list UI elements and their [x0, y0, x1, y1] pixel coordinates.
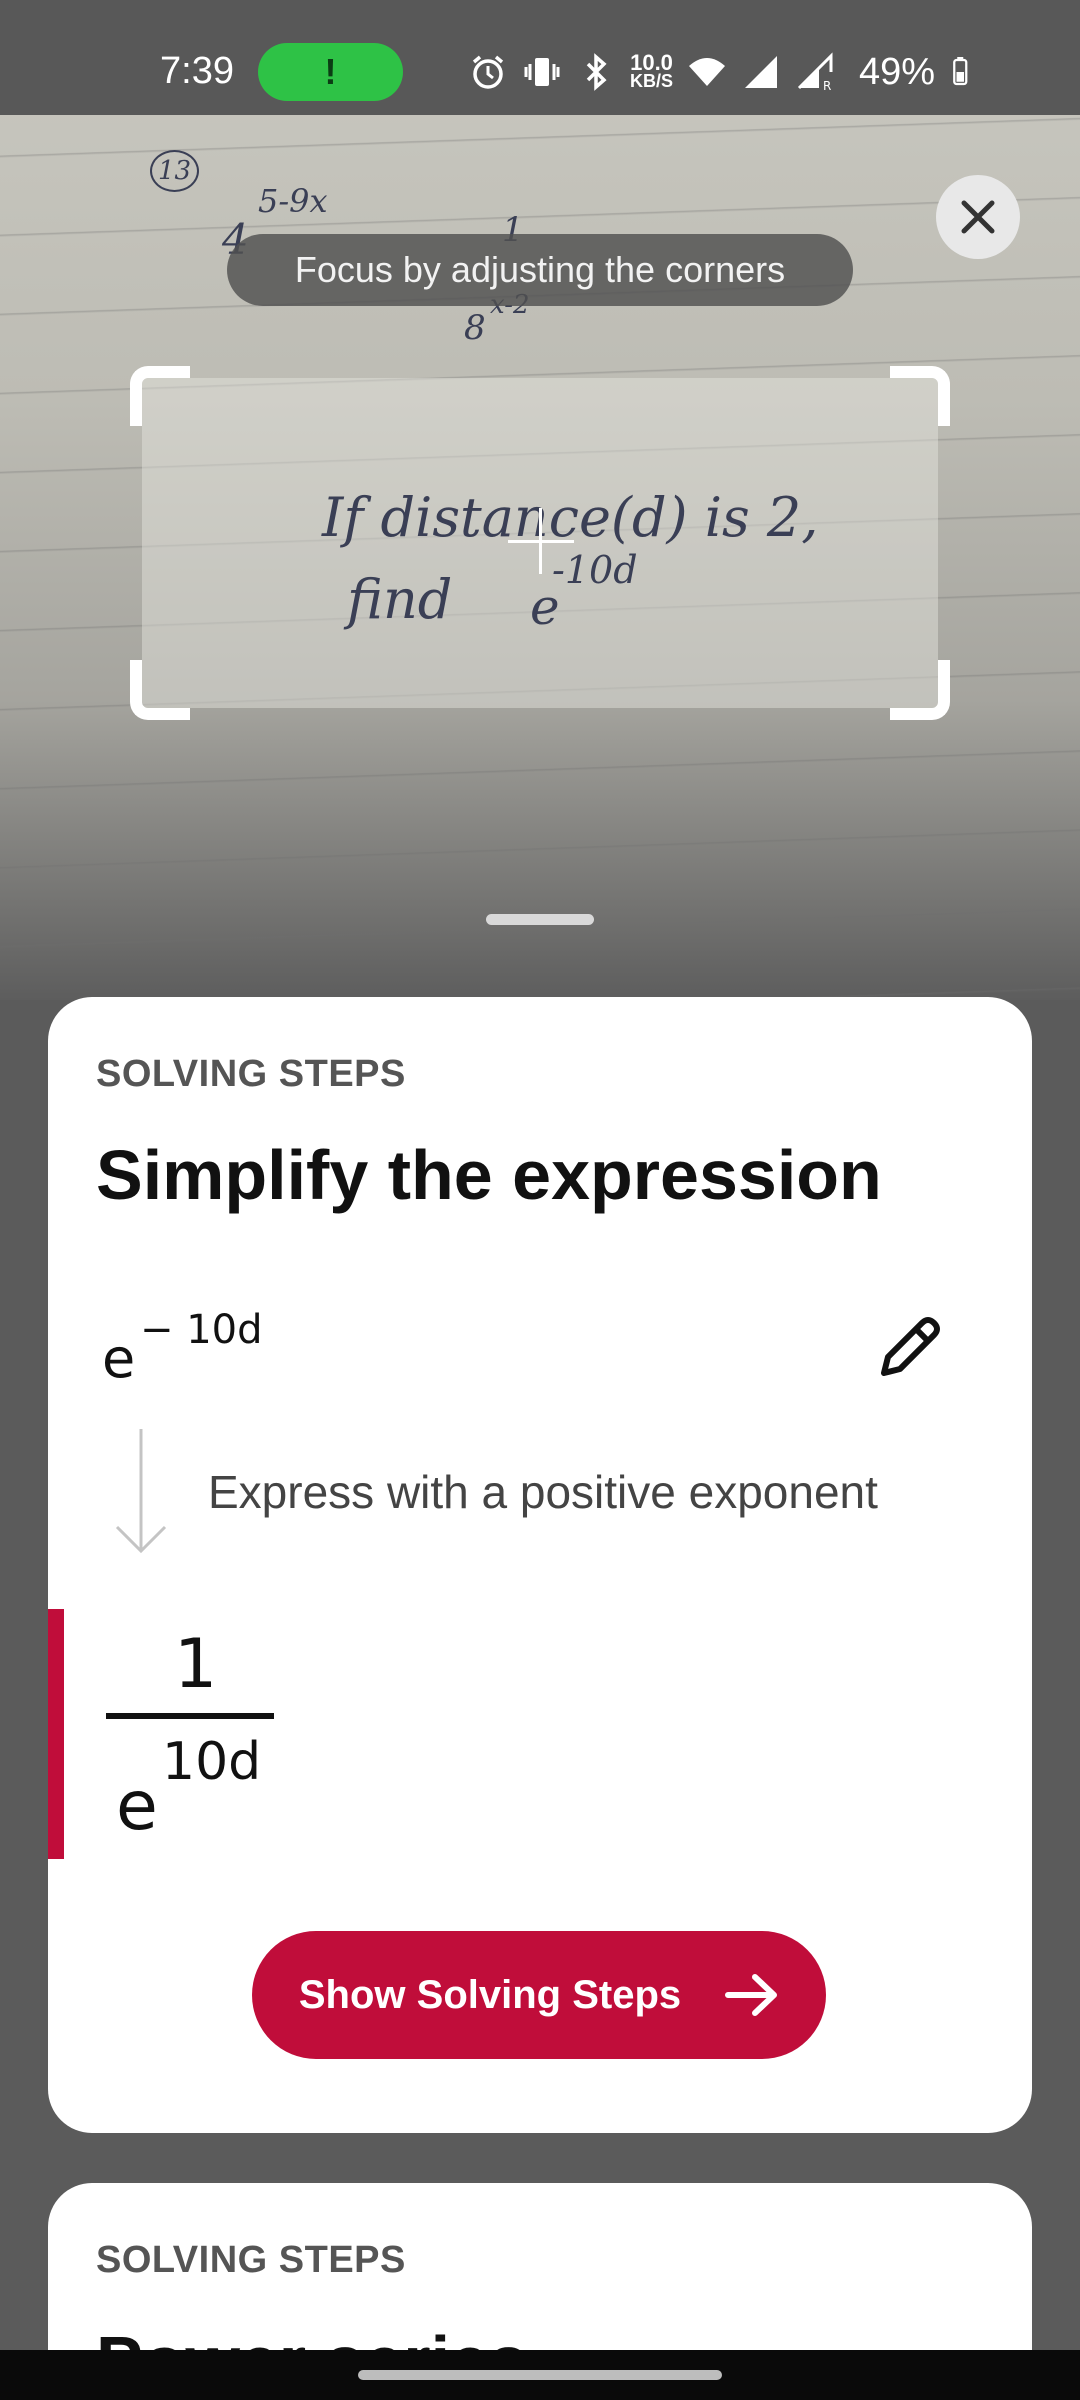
handwritten-expression-exponent: 5-9x: [258, 182, 328, 220]
battery-icon: [953, 57, 968, 86]
bluetooth-icon: [586, 53, 607, 91]
handwritten-word-find: find: [347, 568, 453, 631]
fraction-line: [106, 1713, 274, 1719]
signal-roaming-icon: R: [797, 52, 833, 92]
network-speed-unit: KB/S: [630, 71, 674, 91]
signal-icon: [745, 56, 778, 88]
step-arrow-icon: [115, 1429, 167, 1554]
network-speed: 10.0 KB/S: [630, 50, 674, 91]
crosshair-horizontal: [508, 540, 574, 543]
crop-corner-bottom-left[interactable]: [130, 660, 190, 720]
crop-corner-top-right[interactable]: [890, 366, 950, 426]
close-icon: [961, 200, 995, 234]
crop-corner-top-left[interactable]: [130, 366, 190, 426]
alarm-icon: [472, 55, 504, 89]
arrow-right-icon: [725, 1974, 778, 2016]
home-gesture-handle[interactable]: [358, 2370, 722, 2380]
call-indicator-label: !: [324, 51, 337, 92]
crop-corner-bottom-right[interactable]: [890, 660, 950, 720]
handwritten-exponent: -10d: [552, 548, 638, 592]
network-speed-value: 10.0: [630, 50, 673, 75]
card-title: Simplify the expression: [96, 1136, 882, 1214]
result-denominator-base: e: [116, 1767, 158, 1846]
step-description: Express with a positive exponent: [208, 1466, 878, 1518]
status-icons: 10.0 KB/S R 49%: [468, 48, 979, 96]
handwritten-problem-number: 13: [150, 150, 200, 192]
card-kicker: SOLVING STEPS: [96, 1053, 406, 1095]
pencil-icon: [881, 1317, 940, 1376]
status-bar: 7:39 ! 10.0 KB/S R 49%: [0, 0, 1080, 115]
expression-base: e: [102, 1327, 136, 1390]
handwritten-denominator-base: 8: [464, 308, 486, 348]
clock: 7:39: [160, 50, 234, 92]
wifi-icon: [689, 58, 726, 86]
camera-preview: 13 4 5-9x 1 8 x-2 If distance(d) is 2, f…: [0, 0, 1080, 1000]
vibrate-icon: [524, 58, 560, 86]
expression-exponent: − 10d: [140, 1307, 263, 1353]
card-kicker: SOLVING STEPS: [96, 2239, 406, 2281]
cta-label: Show Solving Steps: [298, 1972, 682, 2017]
svg-text:R: R: [823, 79, 831, 92]
result-numerator: 1: [174, 1625, 218, 1704]
battery-percentage: 49%: [859, 50, 936, 93]
bottom-sheet-drag-handle[interactable]: [486, 914, 594, 925]
show-solving-steps-button[interactable]: Show Solving Steps: [252, 1931, 826, 2059]
ongoing-call-indicator[interactable]: !: [258, 43, 403, 101]
close-button[interactable]: [936, 175, 1020, 259]
result-denominator-exponent: 10d: [162, 1732, 262, 1792]
solving-steps-card: SOLVING STEPS Simplify the expression e …: [48, 997, 1032, 2133]
edit-button[interactable]: [870, 1307, 950, 1387]
focus-hint: Focus by adjusting the corners: [227, 234, 853, 306]
result-highlight-bar: [48, 1609, 64, 1859]
